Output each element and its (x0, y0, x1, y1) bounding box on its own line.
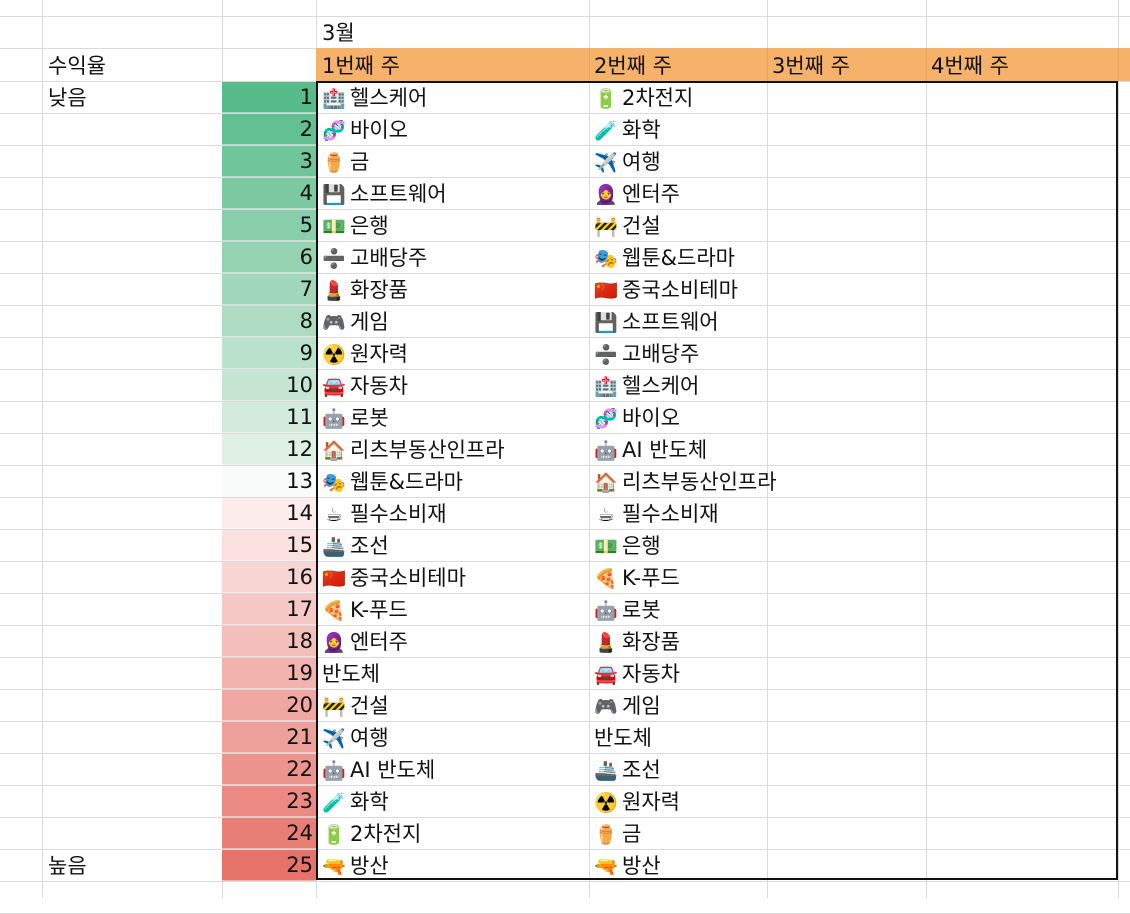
grid-line (1118, 0, 1119, 898)
rank-number: 17 (286, 597, 313, 621)
rank-number: 4 (299, 181, 313, 205)
header-separator (589, 48, 590, 81)
rank-number: 6 (299, 245, 313, 269)
header-separator (1118, 48, 1119, 81)
rank-cell[interactable]: 13 (222, 466, 316, 497)
rank-cell[interactable]: 1 (222, 82, 316, 113)
rank-number: 15 (286, 533, 313, 557)
rank-cell[interactable]: 10 (222, 370, 316, 401)
rank-cell[interactable]: 2 (222, 114, 316, 145)
rank-cell[interactable]: 15 (222, 530, 316, 561)
rank-cell[interactable]: 14 (222, 498, 316, 529)
rank-cell[interactable]: 5 (222, 210, 316, 241)
rank-cell[interactable]: 21 (222, 722, 316, 753)
week-header-1[interactable]: 1번째 주 (322, 50, 400, 82)
rank-number: 24 (286, 821, 313, 845)
rank-cell[interactable]: 12 (222, 434, 316, 465)
rank-cell[interactable]: 17 (222, 594, 316, 625)
rank-cell[interactable]: 8 (222, 306, 316, 337)
rank-number: 7 (299, 277, 313, 301)
rank-cell[interactable]: 19 (222, 658, 316, 689)
rank-number: 10 (286, 373, 313, 397)
header-separator (926, 48, 927, 81)
spreadsheet-grid[interactable]: 3월 수익율 낮음 높음 1번째 주 2번째 주 3번째 주 4번째 주 123… (0, 0, 1130, 914)
rank-cell[interactable]: 23 (222, 786, 316, 817)
rank-number: 23 (286, 789, 313, 813)
rank-cell[interactable]: 20 (222, 690, 316, 721)
rank-number: 5 (299, 213, 313, 237)
rank-cell[interactable]: 9 (222, 338, 316, 369)
rank-number: 20 (286, 693, 313, 717)
rank-cell[interactable]: 22 (222, 754, 316, 785)
grid-line (0, 881, 1130, 882)
rank-number: 22 (286, 757, 313, 781)
rank-number: 14 (286, 501, 313, 525)
week-header-2[interactable]: 2번째 주 (594, 50, 672, 82)
rank-number: 11 (286, 405, 313, 429)
rank-cell[interactable]: 24 (222, 818, 316, 849)
rank-cell[interactable]: 4 (222, 178, 316, 209)
week-header-3[interactable]: 3번째 주 (772, 50, 850, 82)
rank-cell[interactable]: 11 (222, 402, 316, 433)
rank-number: 12 (286, 437, 313, 461)
high-label[interactable]: 높음 (48, 850, 87, 882)
header-separator (767, 48, 768, 81)
rank-number: 25 (286, 853, 313, 877)
rank-number: 13 (286, 469, 313, 493)
rank-cell[interactable]: 16 (222, 562, 316, 593)
rank-number: 21 (286, 725, 313, 749)
rank-number: 19 (286, 661, 313, 685)
rank-number: 3 (299, 149, 313, 173)
rank-number: 16 (286, 565, 313, 589)
rank-number: 2 (299, 117, 313, 141)
week-header-4[interactable]: 4번째 주 (931, 50, 1009, 82)
grid-line (42, 0, 43, 898)
rank-cell[interactable]: 3 (222, 146, 316, 177)
return-rate-title[interactable]: 수익율 (48, 50, 106, 82)
rank-number: 18 (286, 629, 313, 653)
grid-line (0, 16, 1130, 17)
rank-cell[interactable]: 25 (222, 850, 316, 881)
data-range-border (316, 81, 1118, 880)
rank-number: 9 (299, 341, 313, 365)
rank-number: 8 (299, 309, 313, 333)
rank-number: 1 (299, 85, 313, 109)
month-label[interactable]: 3월 (322, 17, 355, 49)
low-label[interactable]: 낮음 (48, 82, 87, 114)
rank-cell[interactable]: 7 (222, 274, 316, 305)
rank-cell[interactable]: 18 (222, 626, 316, 657)
rank-cell[interactable]: 6 (222, 242, 316, 273)
